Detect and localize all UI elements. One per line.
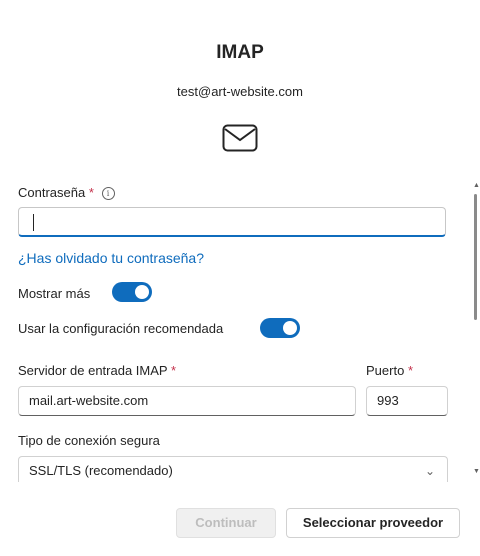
show-more-label: Mostrar más [18, 286, 91, 301]
scrollbar-thumb[interactable] [474, 194, 477, 320]
account-email: test@art-website.com [177, 84, 303, 99]
password-label-text: Contraseña [18, 185, 86, 200]
page-title: IMAP [216, 42, 264, 63]
password-input[interactable] [18, 207, 446, 237]
imap-settings-dialog: IMAP test@art-website.com Contraseña * i… [0, 0, 480, 556]
forgot-password-link[interactable]: ¿Has olvidado tu contraseña? [18, 250, 204, 266]
mail-icon [222, 124, 258, 152]
recommended-settings-toggle[interactable] [260, 318, 300, 338]
required-marker: * [170, 363, 177, 378]
incoming-server-input[interactable]: mail.art-website.com [18, 386, 356, 416]
text-caret [33, 214, 34, 231]
toggle-knob [135, 285, 149, 299]
scrollbar[interactable]: ▲ ▼ [472, 178, 480, 482]
show-more-toggle[interactable] [112, 282, 152, 302]
connection-type-value: SSL/TLS (recomendado) [29, 463, 173, 478]
recommended-settings-label: Usar la configuración recomendada [18, 321, 224, 336]
continue-button[interactable]: Continuar [176, 508, 276, 538]
chevron-down-icon: ⌄ [424, 464, 435, 478]
password-label: Contraseña * i [18, 185, 115, 200]
required-marker: * [407, 363, 413, 378]
required-marker: * [88, 185, 94, 200]
port-input[interactable]: 993 [366, 386, 448, 416]
scroll-up-icon[interactable]: ▲ [473, 182, 480, 189]
form-scroll-area[interactable]: Contraseña * i ¿Has olvidado tu contrase… [0, 178, 480, 482]
incoming-server-label-text: Servidor de entrada IMAP [18, 363, 168, 378]
port-label-text: Puerto [366, 363, 405, 378]
connection-type-label: Tipo de conexión segura [18, 433, 160, 448]
port-label: Puerto * [366, 363, 413, 378]
connection-type-select[interactable]: SSL/TLS (recomendado) ⌄ [18, 456, 448, 482]
scroll-down-icon[interactable]: ▼ [473, 468, 480, 475]
toggle-knob [283, 321, 297, 335]
incoming-server-label: Servidor de entrada IMAP * [18, 363, 176, 378]
info-icon[interactable]: i [101, 187, 115, 200]
select-provider-button[interactable]: Seleccionar proveedor [286, 508, 460, 538]
